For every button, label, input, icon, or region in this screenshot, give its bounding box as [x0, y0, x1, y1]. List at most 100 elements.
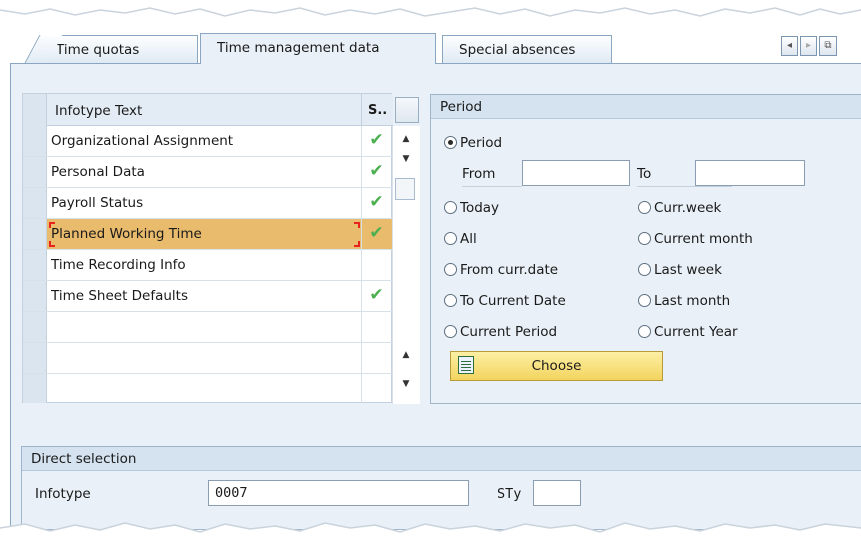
radio-icon [638, 201, 651, 214]
tab-label: Time quotas [56, 42, 140, 58]
tab-strip: Time quotas Time management data Special… [10, 33, 861, 64]
radio-icon [444, 201, 457, 214]
torn-paper-bottom-edge [0, 522, 861, 544]
radio-icon [444, 325, 457, 338]
row-selector[interactable] [23, 157, 47, 187]
radio-label: Current Year [654, 324, 738, 340]
to-date-input[interactable] [695, 160, 805, 186]
radio-all[interactable]: All [444, 231, 477, 247]
radio-current-month[interactable]: Current month [638, 231, 753, 247]
infotype-text-cell [47, 374, 362, 403]
infotype-text-cell [47, 343, 362, 373]
radio-label: Current month [654, 231, 753, 247]
direct-selection-title: Direct selection [22, 447, 861, 471]
check-icon: ✔ [369, 161, 384, 181]
scrollbar-thumb[interactable] [395, 178, 415, 200]
radio-icon [444, 263, 457, 276]
radio-icon [638, 263, 651, 276]
tab-time-quotas[interactable]: Time quotas [40, 35, 198, 63]
subtype-input[interactable] [533, 480, 581, 506]
table-row-selected[interactable]: Planned Working Time ✔ [23, 219, 393, 250]
status-cell [362, 312, 391, 342]
radio-label: Current Period [460, 324, 558, 340]
table-row[interactable] [23, 312, 393, 343]
focus-corner-marker [354, 222, 360, 228]
infotype-text-cell: Payroll Status [47, 188, 362, 218]
tab-list-button[interactable]: ⧉ [819, 36, 837, 56]
radio-icon [444, 232, 457, 245]
from-label: From [462, 166, 522, 187]
row-selector[interactable] [23, 250, 47, 280]
scroll-down-icon[interactable]: ▼ [399, 152, 413, 166]
radio-label: Period [460, 135, 503, 151]
table-row[interactable]: Time Recording Info [23, 250, 393, 281]
row-selector[interactable] [23, 312, 47, 342]
infotype-text-cell [47, 312, 362, 342]
focus-corner-marker [354, 241, 360, 247]
infotype-text-cell: Time Sheet Defaults [47, 281, 362, 311]
row-selector[interactable] [23, 374, 47, 403]
table-vertical-scrollbar[interactable]: ▲ ▼ ▲ ▼ [392, 126, 420, 404]
radio-icon [638, 325, 651, 338]
tab-label: Special absences [459, 42, 576, 58]
column-header-infotype-text[interactable]: Infotype Text [47, 94, 362, 126]
table-row[interactable]: Personal Data ✔ [23, 157, 393, 188]
row-selector[interactable] [23, 188, 47, 218]
infotype-label: Infotype [35, 486, 91, 502]
radio-icon [638, 232, 651, 245]
check-icon: ✔ [369, 130, 384, 150]
period-group: Period Period From To Today All From cur… [430, 94, 861, 404]
row-selector[interactable] [23, 343, 47, 373]
choose-button[interactable]: Choose [450, 351, 663, 381]
radio-label: Last week [654, 262, 722, 278]
table-row[interactable]: Time Sheet Defaults ✔ [23, 281, 393, 312]
tab-scroll-left-button[interactable]: ◂ [781, 36, 798, 56]
table-row[interactable] [23, 343, 393, 374]
row-selector[interactable] [23, 126, 47, 156]
check-icon: ✔ [369, 192, 384, 212]
infotype-text-cell: Time Recording Info [47, 250, 362, 280]
radio-current-year[interactable]: Current Year [638, 324, 738, 340]
table-row[interactable]: Payroll Status ✔ [23, 188, 393, 219]
tab-special-absences[interactable]: Special absences [442, 35, 612, 63]
scroll-up-icon[interactable]: ▲ [399, 132, 413, 146]
tab-time-management-data[interactable]: Time management data [200, 33, 436, 64]
check-icon: ✔ [362, 219, 391, 249]
infotype-input[interactable]: 0007 [208, 480, 469, 506]
radio-label: From curr.date [460, 262, 559, 278]
select-all-button[interactable] [23, 94, 47, 126]
sty-label: STy [497, 486, 522, 502]
scroll-page-down-icon[interactable]: ▼ [399, 377, 413, 391]
radio-from-curr-date[interactable]: From curr.date [444, 262, 558, 278]
check-icon: ✔ [369, 285, 384, 305]
radio-current-period[interactable]: Current Period [444, 324, 557, 340]
radio-icon [444, 294, 457, 307]
radio-selected-icon [444, 136, 457, 149]
radio-label: Today [460, 200, 500, 216]
radio-today[interactable]: Today [444, 200, 499, 216]
row-selector[interactable] [23, 219, 47, 249]
focus-corner-marker [49, 241, 55, 247]
choose-list-icon [458, 356, 474, 374]
radio-label: Curr.week [654, 200, 722, 216]
table-settings-button[interactable] [395, 97, 419, 123]
scroll-page-up-icon[interactable]: ▲ [399, 348, 413, 362]
tab-scroll-right-button[interactable]: ▸ [800, 36, 817, 56]
radio-period[interactable]: Period [444, 135, 502, 151]
table-row[interactable]: Organizational Assignment ✔ [23, 126, 393, 157]
status-cell [362, 374, 391, 404]
radio-to-current-date[interactable]: To Current Date [444, 293, 566, 309]
table-row[interactable] [23, 374, 393, 403]
radio-last-month[interactable]: Last month [638, 293, 730, 309]
tab-list-icon: ⧉ [824, 40, 832, 51]
from-date-input[interactable] [522, 160, 630, 186]
row-selector[interactable] [23, 281, 47, 311]
torn-paper-top-edge [0, 0, 861, 17]
radio-last-week[interactable]: Last week [638, 262, 722, 278]
radio-curr-week[interactable]: Curr.week [638, 200, 721, 216]
column-header-status[interactable]: S.. [362, 94, 391, 126]
chevron-left-icon: ◂ [786, 40, 793, 51]
focus-corner-marker [49, 222, 55, 228]
chevron-right-icon: ▸ [805, 40, 812, 51]
table-header: Infotype Text S.. [23, 94, 393, 126]
